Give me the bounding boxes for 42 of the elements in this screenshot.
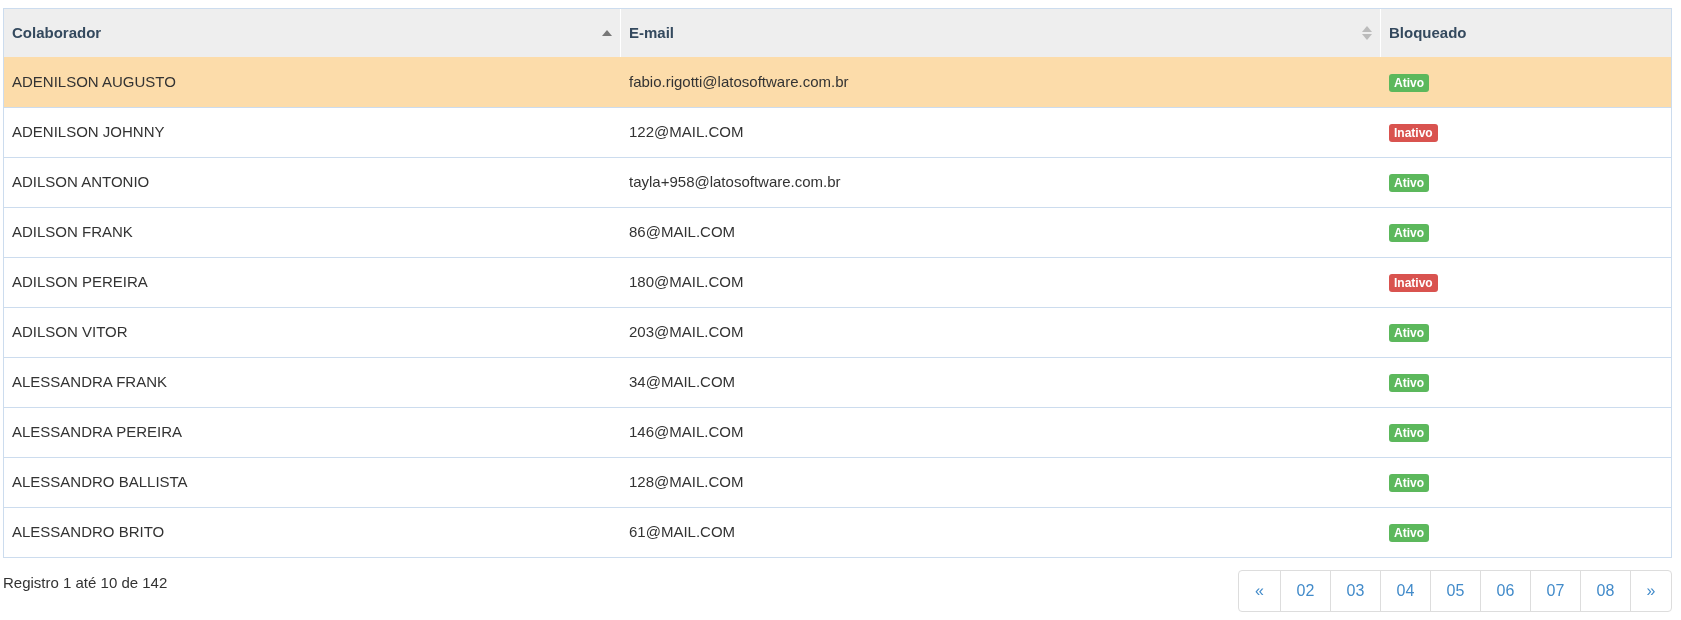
email-cell: 146@MAIL.COM [629,423,744,441]
page-link[interactable]: 03 [1330,571,1380,611]
page-link[interactable]: 07 [1530,571,1580,611]
status-badge: Ativo [1389,224,1429,243]
status-badge: Ativo [1389,424,1429,443]
email-cell: 34@MAIL.COM [629,373,736,391]
status-badge: Inativo [1389,124,1438,143]
page-link[interactable]: 02 [1280,571,1330,611]
email-cell: 86@MAIL.COM [629,223,736,241]
name-cell: ADILSON PEREIRA [12,273,148,291]
name-cell: ADILSON VITOR [12,323,128,341]
status-badge: Ativo [1389,174,1429,193]
name-cell: ADILSON FRANK [12,223,133,241]
name-cell: ADENILSON JOHNNY [12,123,165,141]
name-cell: ADILSON ANTONIO [12,173,150,191]
email-cell: 61@MAIL.COM [629,523,736,541]
email-cell: 203@MAIL.COM [629,323,744,341]
status-badge: Ativo [1389,374,1429,393]
column-header[interactable]: Bloqueado [1381,9,1671,57]
name-cell: ADENILSON AUGUSTO [12,72,176,90]
name-cell: ALESSANDRA FRANK [12,373,168,391]
email-cell: fabio.rigotti@latosoftware.com.br [629,72,849,90]
status-badge: Ativo [1389,524,1429,543]
email-cell: 180@MAIL.COM [629,273,744,291]
email-cell: 122@MAIL.COM [629,123,744,141]
status-badge: Inativo [1389,274,1438,293]
page-link[interactable]: 05 [1430,571,1480,611]
name-cell: ALESSANDRO BALLISTA [12,473,188,491]
page-link[interactable]: 04 [1380,571,1430,611]
status-badge: Ativo [1389,324,1429,343]
page-link[interactable]: « [1239,571,1280,611]
status-badge: Ativo [1389,474,1429,493]
page-link[interactable]: 06 [1480,571,1530,611]
table-row[interactable]: ADENILSON AUGUSTO fabio.rigotti@latosoftware.com.br Ativo [4,57,1671,107]
name-cell: ALESSANDRO BRITO [12,523,165,541]
page-link[interactable]: » [1630,571,1671,611]
records-info: Registro 1 até 10 de 142 [3,573,168,593]
email-cell: 128@MAIL.COM [629,473,744,491]
page-link[interactable]: 08 [1580,571,1630,611]
email-cell: tayla+958@latosoftware.com.br [629,173,841,191]
name-cell: ALESSANDRA PEREIRA [12,423,183,441]
status-badge: Ativo [1389,73,1429,92]
